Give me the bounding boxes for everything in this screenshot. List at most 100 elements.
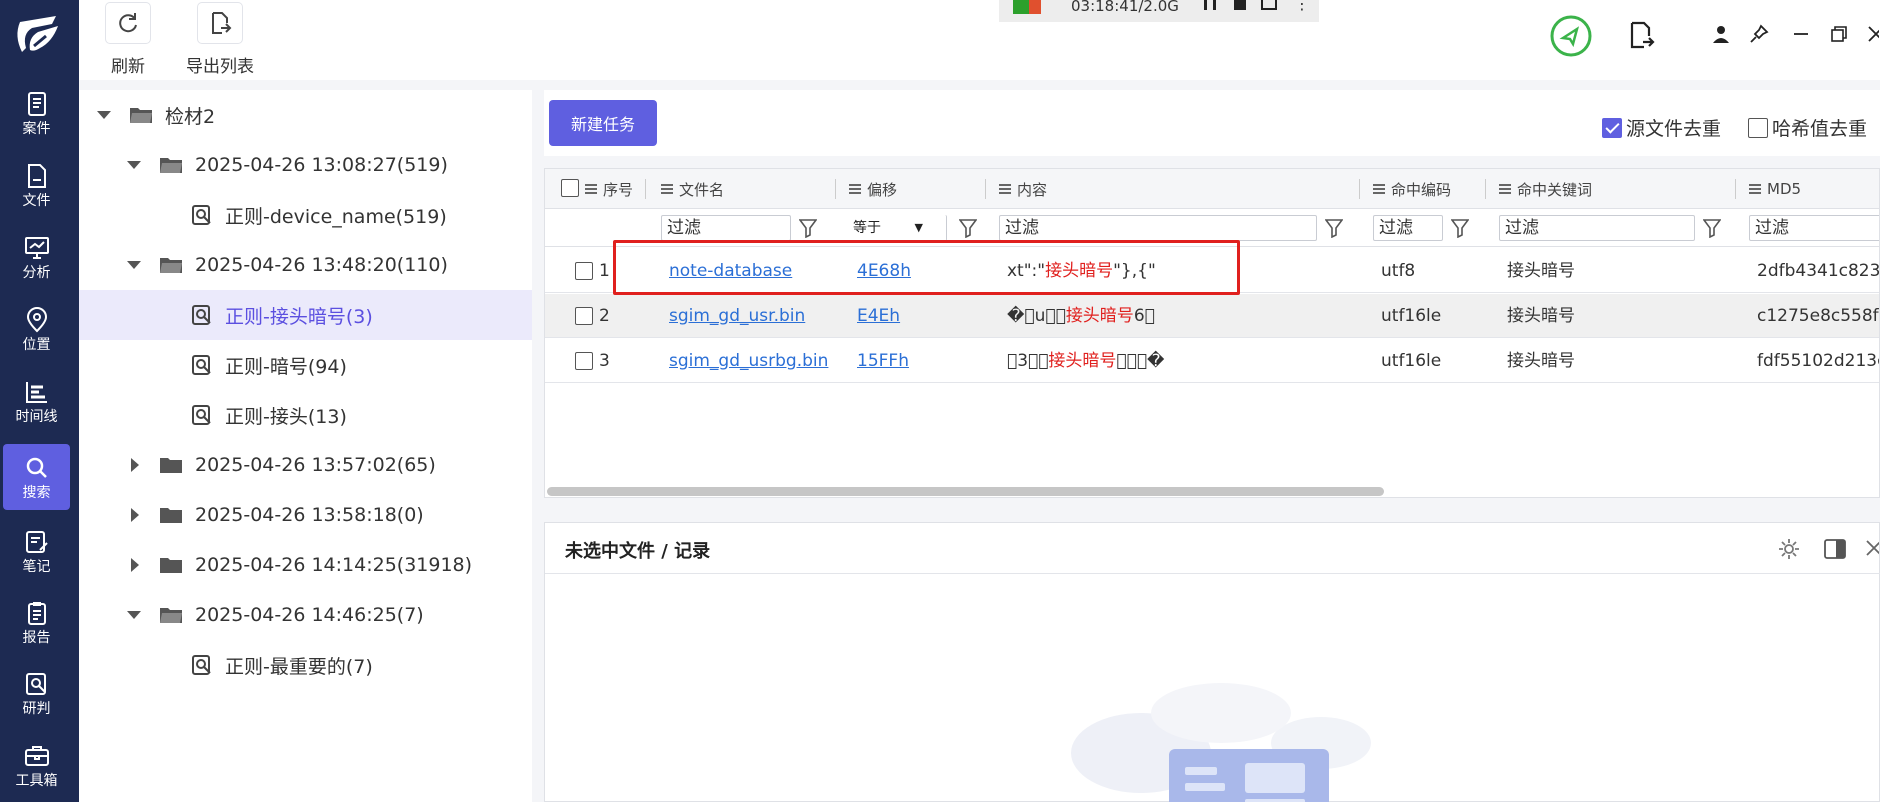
- stop-icon[interactable]: [1234, 0, 1246, 10]
- tree-query[interactable]: 正则-最重要的(7): [79, 640, 532, 690]
- tree-folder[interactable]: 2025-04-26 14:14:25(31918): [79, 540, 532, 590]
- column-menu-icon[interactable]: [661, 184, 673, 194]
- search-doc-icon: [192, 405, 211, 425]
- col-separator[interactable]: [645, 179, 646, 199]
- col-header-keyword[interactable]: 命中关键词: [1499, 169, 1592, 209]
- col-separator[interactable]: [835, 179, 836, 199]
- tree-node-label: 2025-04-26 14:14:25(31918): [195, 554, 473, 576]
- panel-toggle-icon[interactable]: [1823, 537, 1847, 561]
- close-panel-icon[interactable]: [1865, 539, 1879, 559]
- user-icon[interactable]: [1711, 24, 1731, 44]
- caret-right-icon[interactable]: [131, 558, 139, 572]
- col-header-filename[interactable]: 文件名: [661, 169, 724, 209]
- nav-item-timeline[interactable]: 时间线: [3, 368, 70, 434]
- tree-query[interactable]: 正则-接头(13): [79, 390, 532, 440]
- nav-item-toolbox[interactable]: 工具箱: [3, 732, 70, 798]
- filter-funnel-icon[interactable]: [959, 218, 977, 238]
- filename-link[interactable]: sgim_gd_usr.bin: [669, 294, 805, 338]
- nav-item-search[interactable]: 搜索: [3, 444, 70, 510]
- dedupe-hash-checkbox[interactable]: 哈希值去重: [1748, 114, 1867, 141]
- encoding-cell: utf16le: [1381, 306, 1442, 326]
- table-row[interactable]: 3 sgim_gd_usrbg.bin 15FFh  3  接头暗号   � u…: [545, 339, 1879, 383]
- select-all-checkbox[interactable]: [561, 179, 579, 197]
- pause-icon[interactable]: [1204, 0, 1216, 10]
- col-separator[interactable]: [1359, 179, 1360, 199]
- nav-item-notes[interactable]: 笔记: [3, 518, 70, 584]
- checkbox-checked-icon[interactable]: [1602, 117, 1622, 138]
- caret-right-icon[interactable]: [131, 458, 139, 472]
- tree-node-label: 正则-暗号(94): [225, 355, 347, 378]
- filter-funnel-icon[interactable]: [1451, 218, 1469, 238]
- tree-query[interactable]: 正则-device_name(519): [79, 190, 532, 240]
- tree-root[interactable]: 检材2: [79, 90, 532, 140]
- content-filter-input[interactable]: 过滤: [999, 215, 1317, 241]
- column-menu-icon[interactable]: [999, 184, 1011, 194]
- nav-item-files[interactable]: 文件: [3, 152, 70, 218]
- nav-item-judge[interactable]: 研判: [3, 660, 70, 726]
- nav-item-location[interactable]: 位置: [3, 296, 70, 362]
- col-header-content[interactable]: 内容: [999, 169, 1047, 209]
- table-row[interactable]: 2 sgim_gd_usr.bin E4Eh � u  接头暗号6  utf16…: [545, 294, 1879, 338]
- filename-filter-input[interactable]: 过滤: [661, 215, 791, 241]
- column-menu-icon[interactable]: [1749, 184, 1761, 194]
- col-header-md5[interactable]: MD5: [1749, 169, 1801, 209]
- minimize-icon[interactable]: [1791, 24, 1811, 44]
- row-checkbox[interactable]: [575, 352, 593, 370]
- col-separator[interactable]: [1735, 179, 1736, 199]
- export-doc-icon[interactable]: [1627, 20, 1655, 52]
- col-header-label: 内容: [1017, 180, 1048, 199]
- col-header-index[interactable]: 序号: [585, 169, 633, 209]
- monitor-chart-icon: [24, 236, 49, 259]
- maximize-icon[interactable]: [1829, 24, 1849, 44]
- caret-right-icon[interactable]: [131, 508, 139, 522]
- col-separator[interactable]: [1485, 179, 1486, 199]
- nav-item-report[interactable]: 报告: [3, 589, 70, 655]
- caret-down-icon[interactable]: [97, 111, 111, 119]
- checkbox-unchecked-icon[interactable]: [1748, 117, 1768, 138]
- tree-query-selected[interactable]: 正则-接头暗号(3): [79, 290, 532, 340]
- col-separator[interactable]: [985, 179, 986, 199]
- column-menu-icon[interactable]: [1373, 184, 1385, 194]
- tree-folder[interactable]: 2025-04-26 14:46:25(7): [79, 590, 532, 640]
- tree-folder[interactable]: 2025-04-26 13:48:20(110): [79, 240, 532, 290]
- column-menu-icon[interactable]: [849, 184, 861, 194]
- offset-link[interactable]: 15FFh: [857, 339, 909, 383]
- new-task-button[interactable]: 新建任务: [549, 100, 657, 146]
- image-icon[interactable]: [1261, 0, 1277, 10]
- keyword-filter-input[interactable]: 过滤: [1499, 215, 1695, 241]
- close-icon[interactable]: [1867, 24, 1879, 44]
- more-icon[interactable]: ⋮: [1294, 0, 1310, 13]
- nav-item-cases[interactable]: 案件: [3, 80, 70, 146]
- col-header-offset[interactable]: 偏移: [849, 169, 897, 209]
- caret-down-icon[interactable]: [127, 611, 141, 619]
- export-list-button[interactable]: 导出列表: [186, 2, 254, 77]
- tree-folder[interactable]: 2025-04-26 13:08:27(519): [79, 140, 532, 190]
- row-checkbox[interactable]: [575, 307, 593, 325]
- column-menu-icon[interactable]: [585, 184, 597, 194]
- md5-filter-input[interactable]: 过滤: [1749, 215, 1879, 241]
- caret-down-icon[interactable]: [127, 161, 141, 169]
- filter-funnel-icon[interactable]: [1325, 218, 1343, 238]
- horizontal-scrollbar[interactable]: [547, 487, 1384, 496]
- col-header-encoding[interactable]: 命中编码: [1373, 169, 1451, 209]
- nav-item-analysis[interactable]: 分析: [3, 224, 70, 290]
- tree-folder[interactable]: 2025-04-26 13:57:02(65): [79, 440, 532, 490]
- pin-launch-icon[interactable]: [1549, 14, 1593, 58]
- tree-query[interactable]: 正则-暗号(94): [79, 340, 532, 390]
- encoding-filter-input[interactable]: 过滤: [1373, 215, 1443, 241]
- refresh-button[interactable]: 刷新: [105, 2, 151, 77]
- offset-link[interactable]: E4Eh: [857, 294, 900, 338]
- nav-item-label: 报告: [22, 629, 51, 646]
- offset-operator-select[interactable]: 等于 ▼: [851, 215, 929, 241]
- row-checkbox[interactable]: [575, 262, 593, 280]
- search-icon: [26, 457, 47, 478]
- pin-icon[interactable]: [1749, 24, 1769, 44]
- caret-down-icon[interactable]: [127, 261, 141, 269]
- column-menu-icon[interactable]: [1499, 184, 1511, 194]
- filename-link[interactable]: sgim_gd_usrbg.bin: [669, 339, 828, 383]
- filter-funnel-icon[interactable]: [799, 218, 817, 238]
- settings-gear-icon[interactable]: [1777, 537, 1801, 561]
- tree-folder[interactable]: 2025-04-26 13:58:18(0): [79, 490, 532, 540]
- dedupe-source-checkbox[interactable]: 源文件去重: [1602, 114, 1721, 141]
- filter-funnel-icon[interactable]: [1703, 218, 1721, 238]
